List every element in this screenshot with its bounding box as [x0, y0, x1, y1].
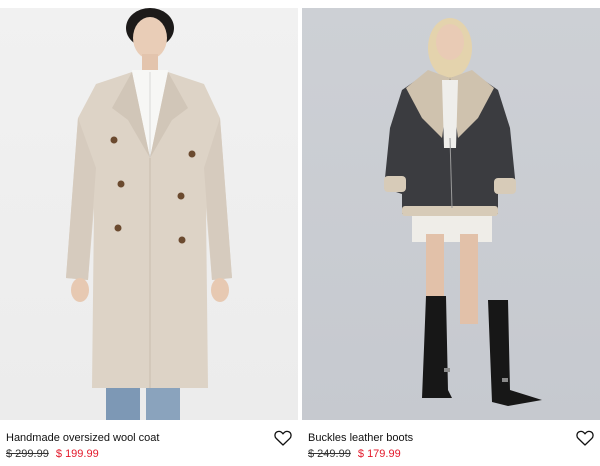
product-caption: Buckles leather boots $ 249.99 $ 179.99 — [308, 430, 594, 466]
product-prices: $ 299.99 $ 199.99 — [6, 448, 99, 460]
product-card-wool-coat[interactable]: Handmade oversized wool coat $ 299.99 $ … — [0, 0, 298, 466]
product-title[interactable]: Buckles leather boots — [308, 432, 413, 444]
product-prices: $ 249.99 $ 179.99 — [308, 448, 401, 460]
original-price: $ 249.99 — [308, 448, 351, 460]
product-image-leather-boots[interactable] — [302, 8, 600, 420]
heart-outline-icon[interactable] — [274, 430, 292, 446]
product-card-leather-boots[interactable]: Buckles leather boots $ 249.99 $ 179.99 — [302, 0, 600, 466]
product-grid: Handmade oversized wool coat $ 299.99 $ … — [0, 0, 600, 466]
heart-outline-icon[interactable] — [576, 430, 594, 446]
product-image-wool-coat[interactable] — [0, 8, 298, 420]
original-price: $ 299.99 — [6, 448, 49, 460]
sale-price: $ 199.99 — [55, 448, 99, 460]
product-caption: Handmade oversized wool coat $ 299.99 $ … — [6, 430, 292, 466]
product-title[interactable]: Handmade oversized wool coat — [6, 432, 159, 444]
sale-price: $ 179.99 — [357, 448, 401, 460]
